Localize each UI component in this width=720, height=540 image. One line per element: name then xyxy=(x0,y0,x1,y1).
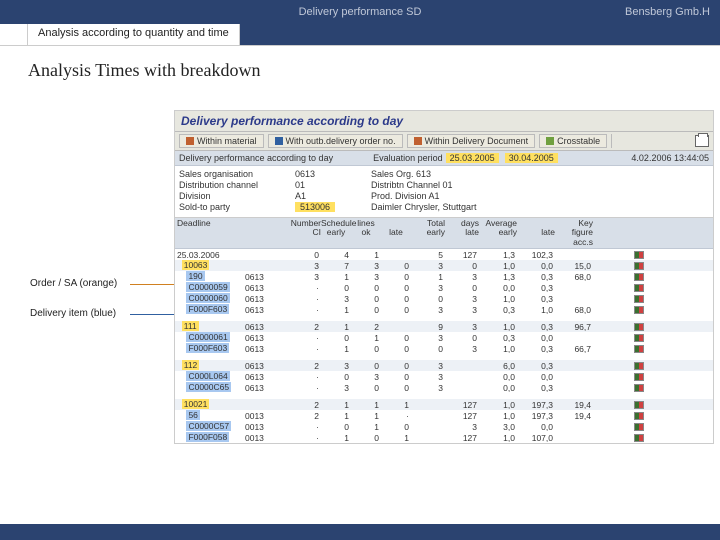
period-to: 30.04.2005 xyxy=(505,153,558,163)
subhead-text: Delivery performance according to day xyxy=(179,153,333,163)
cube-icon xyxy=(186,137,194,145)
page-heading: Analysis Times with breakdown xyxy=(0,46,720,81)
table-row: 1002121111271,0197,319,4 xyxy=(175,399,713,410)
keyfigure-icon[interactable] xyxy=(634,284,644,292)
info-val: 01 xyxy=(295,180,365,190)
period-label: Evaluation period xyxy=(373,153,443,163)
print-icon[interactable] xyxy=(695,135,709,147)
slide-company: Bensberg Gmb.H xyxy=(625,6,710,18)
tab-row: Analysis according to quantity and time xyxy=(0,24,720,46)
info-label: Sales organisation xyxy=(179,169,289,179)
keyfigure-icon[interactable] xyxy=(634,251,644,259)
keyfigure-icon[interactable] xyxy=(634,295,644,303)
table-row: C00000590613·000300,00,3 xyxy=(175,282,713,293)
cube-icon xyxy=(414,137,422,145)
btn-delivery-doc[interactable]: Within Delivery Document xyxy=(407,134,536,148)
cube-icon xyxy=(275,137,283,145)
legend-blue: Delivery item (blue) xyxy=(30,308,116,319)
btn-within-material[interactable]: Within material xyxy=(179,134,264,148)
slide-footer xyxy=(0,524,720,540)
toolbar: Within material With outb.delivery order… xyxy=(175,132,713,151)
keyfigure-icon[interactable] xyxy=(634,434,644,442)
btn-delivery-order[interactable]: With outb.delivery order no. xyxy=(268,134,403,148)
keyfigure-icon[interactable] xyxy=(634,262,644,270)
table-row: 1110613212931,00,396,7 xyxy=(175,321,713,332)
tab-analysis[interactable]: Analysis according to quantity and time xyxy=(28,24,240,45)
slide-title: Delivery performance SD xyxy=(299,6,422,18)
table-row: 19006133130131,30,368,0 xyxy=(175,271,713,282)
keyfigure-icon[interactable] xyxy=(634,323,644,331)
info-desc: Prod. Division A1 xyxy=(371,191,709,201)
keyfigure-icon[interactable] xyxy=(634,334,644,342)
keyfigure-icon[interactable] xyxy=(634,401,644,409)
btn-crosstable[interactable]: Crosstable xyxy=(539,134,607,148)
table-row: C0000C570013·01033,00,0 xyxy=(175,421,713,432)
keyfigure-icon[interactable] xyxy=(634,362,644,370)
table-row: C00000610613·010300,30,0 xyxy=(175,332,713,343)
info-label: Distribution channel xyxy=(179,180,289,190)
slide-header: Delivery performance SD Bensberg Gmb.H xyxy=(0,0,720,24)
keyfigure-icon[interactable] xyxy=(634,373,644,381)
info-desc: Daimler Chrysler, Stuttgart xyxy=(371,202,709,212)
sap-screenshot: Delivery performance according to day Wi… xyxy=(174,110,714,444)
data-table: Deadline Number CI Scheduleearlylinesokl… xyxy=(175,218,713,443)
table-row: C0000C650613·30030,00,3 xyxy=(175,382,713,393)
period-from: 25.03.2005 xyxy=(446,153,499,163)
timestamp: 4.02.2006 13:44:05 xyxy=(631,153,709,163)
table-icon xyxy=(546,137,554,145)
table-row: F000F6030613·100031,00,366,7 xyxy=(175,343,713,354)
info-block: Sales organisation 0613 Sales Org. 613 Dis… xyxy=(175,166,713,218)
info-label: Division xyxy=(179,191,289,201)
info-label: Sold-to party xyxy=(179,202,289,212)
table-row: F000F0580013·1011271,0107,0 xyxy=(175,432,713,443)
soldto-hl: 513006 xyxy=(295,202,335,212)
table-row: 1120613230036,00,3 xyxy=(175,360,713,371)
tab-filler xyxy=(240,24,720,45)
keyfigure-icon[interactable] xyxy=(634,306,644,314)
subheader: Delivery performance according to day Ev… xyxy=(175,151,713,166)
table-row: 100633730301,00,015,0 xyxy=(175,260,713,271)
keyfigure-icon[interactable] xyxy=(634,273,644,281)
table-row: 25.03.200604151271,3102,3 xyxy=(175,249,713,260)
keyfigure-icon[interactable] xyxy=(634,345,644,353)
table-row: F000F6030613·100330,31,068,0 xyxy=(175,304,713,315)
keyfigure-icon[interactable] xyxy=(634,423,644,431)
keyfigure-icon[interactable] xyxy=(634,412,644,420)
table-row: C00000600613·300031,00,3 xyxy=(175,293,713,304)
table-row: 560013211·1271,0197,319,4 xyxy=(175,410,713,421)
separator xyxy=(611,134,612,148)
info-val: 0613 xyxy=(295,169,365,179)
shot-title: Delivery performance according to day xyxy=(175,111,713,132)
tab-spacer xyxy=(0,24,28,45)
info-desc: Distribtn Channel 01 xyxy=(371,180,709,190)
table-header: Deadline Number CI Scheduleearlylinesokl… xyxy=(175,218,713,249)
info-desc: Sales Org. 613 xyxy=(371,169,709,179)
legend-orange: Order / SA (orange) xyxy=(30,278,117,289)
info-val: A1 xyxy=(295,191,365,201)
keyfigure-icon[interactable] xyxy=(634,384,644,392)
table-row: C000L0640613·03030,00,0 xyxy=(175,371,713,382)
